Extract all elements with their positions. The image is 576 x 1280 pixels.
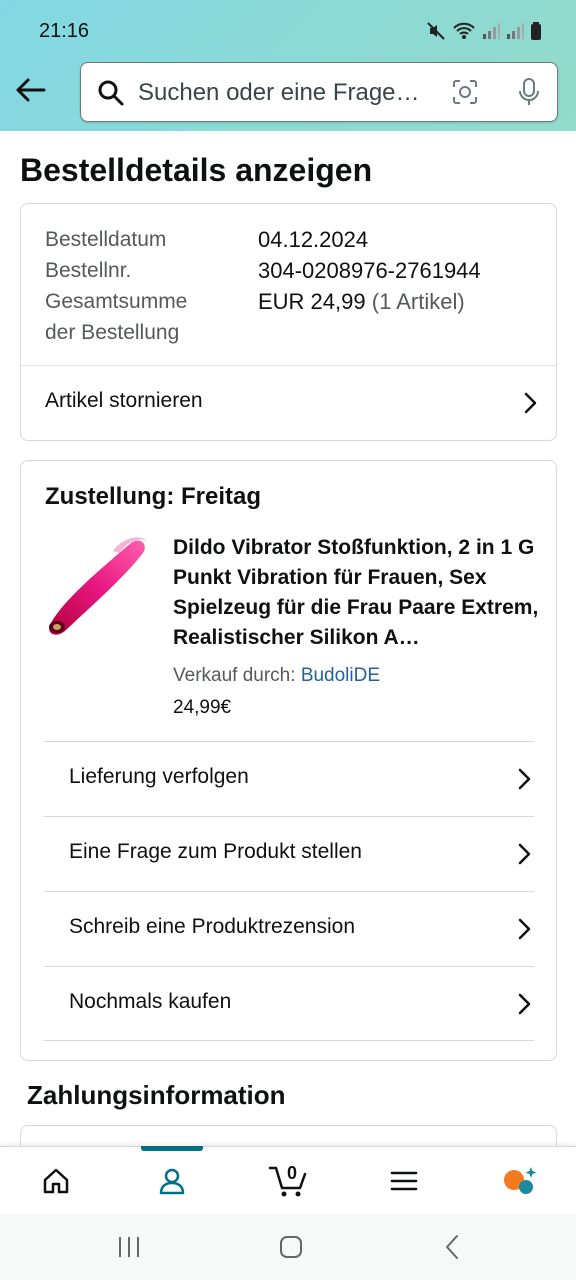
search-icon: [97, 79, 125, 112]
buy-again-row[interactable]: Nochmals kaufen: [44, 966, 534, 1041]
chevron-right-icon: [522, 391, 538, 415]
cart-count: 0: [286, 1163, 298, 1183]
track-delivery-row[interactable]: Lieferung verfolgen: [44, 741, 534, 816]
home-icon[interactable]: [16, 1147, 96, 1215]
back-button-icon[interactable]: [442, 1234, 462, 1265]
microphone-icon[interactable]: [515, 77, 543, 112]
chevron-right-icon: [516, 992, 532, 1016]
order-number-label: Bestellnr.: [45, 259, 132, 282]
total-label-line1: Gesamtsumme: [45, 290, 188, 313]
write-review-label: Schreib eine Produktrezension: [69, 915, 356, 938]
total-label-line2: der Bestellung: [45, 321, 180, 344]
mute-icon: [426, 21, 446, 46]
camera-scan-icon[interactable]: [451, 78, 479, 111]
ask-question-label: Eine Frage zum Produkt stellen: [69, 840, 362, 863]
bottom-nav: 0: [0, 1146, 576, 1214]
search-input[interactable]: Suchen oder eine Frage…: [138, 79, 428, 107]
cancel-items-row[interactable]: Artikel stornieren: [21, 366, 556, 440]
recent-apps-icon[interactable]: [116, 1235, 142, 1264]
cart-icon[interactable]: 0: [248, 1147, 328, 1215]
write-review-row[interactable]: Schreib eine Produktrezension: [44, 891, 534, 966]
delivery-title: Zustellung: Freitag: [45, 483, 261, 510]
menu-icon[interactable]: [364, 1147, 444, 1215]
system-nav-bar: [0, 1214, 576, 1280]
wifi-icon: [452, 21, 476, 46]
track-delivery-label: Lieferung verfolgen: [69, 765, 249, 788]
search-bar[interactable]: Suchen oder eine Frage…: [80, 62, 558, 122]
chevron-right-icon: [516, 917, 532, 941]
total-amount: EUR 24,99: [258, 289, 366, 314]
seller-info: Verkauf durch: BudoliDE: [173, 665, 380, 687]
order-date-value: 04.12.2024: [258, 227, 369, 252]
status-icons: [426, 21, 542, 46]
page-title: Bestelldetails anzeigen: [20, 152, 373, 188]
total-label: Gesamtsumme der Bestellung: [45, 286, 187, 348]
status-time: 21:16: [39, 20, 90, 42]
chevron-right-icon: [516, 842, 532, 866]
chevron-right-icon: [516, 767, 532, 791]
header: 21:16 Suchen oder eine Frage…: [0, 0, 576, 131]
product-image[interactable]: [43, 531, 153, 641]
total-value: EUR 24,99 (1 Artikel): [258, 286, 465, 317]
total-item-count: (1 Artikel): [371, 289, 465, 314]
signal-icon-2: [506, 22, 524, 45]
signal-icon: [482, 22, 500, 45]
order-number-value: 304-0208976-2761944: [258, 258, 481, 283]
buy-again-label: Nochmals kaufen: [69, 990, 232, 1013]
order-summary-card: Bestelldatum 04.12.2024 Bestellnr. 304-0…: [20, 203, 557, 441]
shipment-card: Zustellung: Freitag Dildo Vibrator Stoßf…: [20, 460, 557, 1061]
rufus-ai-icon[interactable]: [480, 1147, 560, 1215]
order-date-label: Bestelldatum: [45, 228, 167, 251]
battery-icon: [530, 22, 542, 45]
product-price: 24,99€: [173, 697, 232, 718]
seller-link[interactable]: BudoliDE: [301, 665, 380, 686]
ask-question-row[interactable]: Eine Frage zum Produkt stellen: [44, 816, 534, 891]
cancel-items-label: Artikel stornieren: [45, 389, 203, 412]
account-icon[interactable]: [132, 1147, 212, 1215]
product-title[interactable]: Dildo Vibrator Stoßfunktion, 2 in 1 G Pu…: [173, 533, 539, 653]
back-arrow-icon[interactable]: [14, 74, 50, 106]
seller-prefix: Verkauf durch:: [173, 665, 296, 686]
payment-info-title: Zahlungsinformation: [27, 1080, 286, 1110]
home-button-icon[interactable]: [278, 1234, 304, 1265]
